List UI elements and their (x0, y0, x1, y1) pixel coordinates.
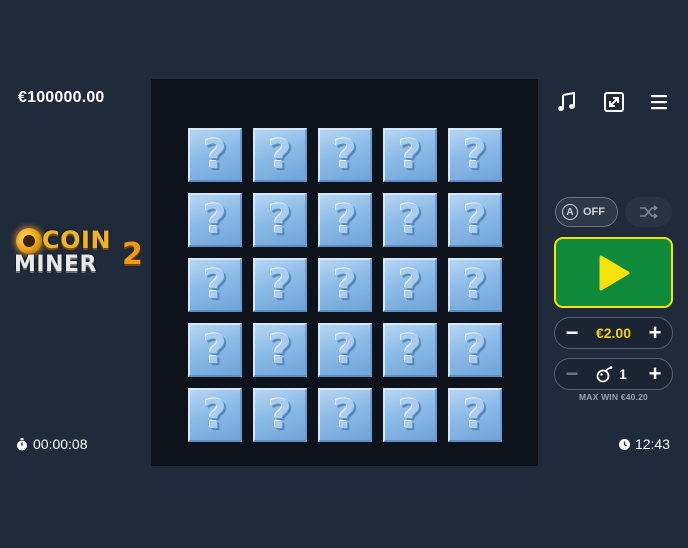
tile-r4-c2[interactable]: ? (253, 323, 307, 377)
tile-r3-c1[interactable]: ? (188, 258, 242, 312)
session-timer: 00:00:08 (16, 436, 88, 452)
bet-increase-button[interactable]: + (640, 318, 670, 348)
tile-r5-c4[interactable]: ? (383, 388, 437, 442)
question-mark-icon: ? (203, 327, 227, 373)
music-note-icon[interactable] (556, 91, 578, 113)
tile-r1-c2[interactable]: ? (253, 128, 307, 182)
shuffle-icon (639, 205, 658, 219)
tile-r2-c2[interactable]: ? (253, 193, 307, 247)
top-toolbar (556, 91, 670, 113)
max-win-label: MAX WIN €40.20 (579, 392, 648, 402)
question-mark-icon: ? (333, 327, 357, 373)
question-mark-icon: ? (268, 197, 292, 243)
game-logo: COIN MINER 2 (12, 222, 144, 280)
question-mark-icon: ? (463, 262, 487, 308)
question-mark-icon: ? (268, 132, 292, 178)
tile-r1-c1[interactable]: ? (188, 128, 242, 182)
mines-stepper: − 1 + (554, 358, 673, 390)
tile-r3-c2[interactable]: ? (253, 258, 307, 312)
clock-icon (618, 438, 630, 450)
tile-r4-c4[interactable]: ? (383, 323, 437, 377)
tile-r4-c3[interactable]: ? (318, 323, 372, 377)
tile-r1-c5[interactable]: ? (448, 128, 502, 182)
logo-number: 2 (122, 237, 143, 272)
mines-decrease-button[interactable]: − (557, 359, 587, 389)
bomb-icon (596, 366, 613, 383)
timer-value: 00:00:08 (33, 436, 88, 452)
question-mark-icon: ? (203, 392, 227, 438)
game-board: ????????????????????????? (151, 79, 538, 466)
stopwatch-icon (17, 437, 27, 450)
question-mark-icon: ? (398, 132, 422, 178)
current-time: 12:43 (618, 436, 670, 452)
question-mark-icon: ? (333, 262, 357, 308)
question-mark-icon: ? (203, 132, 227, 178)
tile-r2-c1[interactable]: ? (188, 193, 242, 247)
question-mark-icon: ? (398, 392, 422, 438)
tile-r3-c3[interactable]: ? (318, 258, 372, 312)
question-mark-icon: ? (268, 392, 292, 438)
question-mark-icon: ? (203, 262, 227, 308)
tile-r5-c1[interactable]: ? (188, 388, 242, 442)
tile-r1-c3[interactable]: ? (318, 128, 372, 182)
question-mark-icon: ? (333, 197, 357, 243)
balance-display: €100000.00 (18, 89, 105, 106)
tile-r3-c5[interactable]: ? (448, 258, 502, 312)
question-mark-icon: ? (463, 197, 487, 243)
fullscreen-icon[interactable] (603, 91, 625, 113)
coin-icon (16, 228, 42, 254)
tile-r2-c4[interactable]: ? (383, 193, 437, 247)
question-mark-icon: ? (268, 262, 292, 308)
question-mark-icon: ? (203, 197, 227, 243)
question-mark-icon: ? (333, 392, 357, 438)
tile-r2-c5[interactable]: ? (448, 193, 502, 247)
hamburger-menu-icon[interactable] (648, 91, 670, 113)
tile-r4-c1[interactable]: ? (188, 323, 242, 377)
question-mark-icon: ? (333, 132, 357, 178)
logo-word-miner: MINER (14, 252, 97, 277)
autoplay-state: OFF (583, 206, 605, 218)
autoplay-toggle[interactable]: A OFF (555, 197, 618, 227)
question-mark-icon: ? (463, 132, 487, 178)
question-mark-icon: ? (398, 197, 422, 243)
question-mark-icon: ? (463, 327, 487, 373)
tile-r1-c4[interactable]: ? (383, 128, 437, 182)
tile-r3-c4[interactable]: ? (383, 258, 437, 312)
question-mark-icon: ? (398, 327, 422, 373)
logo-word-coin: COIN (42, 226, 112, 254)
tile-r5-c2[interactable]: ? (253, 388, 307, 442)
autoplay-icon: A (562, 204, 578, 220)
play-icon (599, 255, 629, 290)
question-mark-icon: ? (398, 262, 422, 308)
tile-r2-c3[interactable]: ? (318, 193, 372, 247)
tile-r4-c5[interactable]: ? (448, 323, 502, 377)
bet-stepper: − €2.00 + (554, 317, 673, 349)
mines-increase-button[interactable]: + (640, 359, 670, 389)
random-pick-button[interactable] (625, 197, 672, 227)
play-button[interactable] (554, 237, 673, 308)
tile-r5-c5[interactable]: ? (448, 388, 502, 442)
tile-grid: ????????????????????????? (188, 128, 502, 442)
question-mark-icon: ? (268, 327, 292, 373)
mines-count: 1 (619, 366, 627, 382)
question-mark-icon: ? (463, 392, 487, 438)
clock-value: 12:43 (634, 436, 670, 452)
tile-r5-c3[interactable]: ? (318, 388, 372, 442)
